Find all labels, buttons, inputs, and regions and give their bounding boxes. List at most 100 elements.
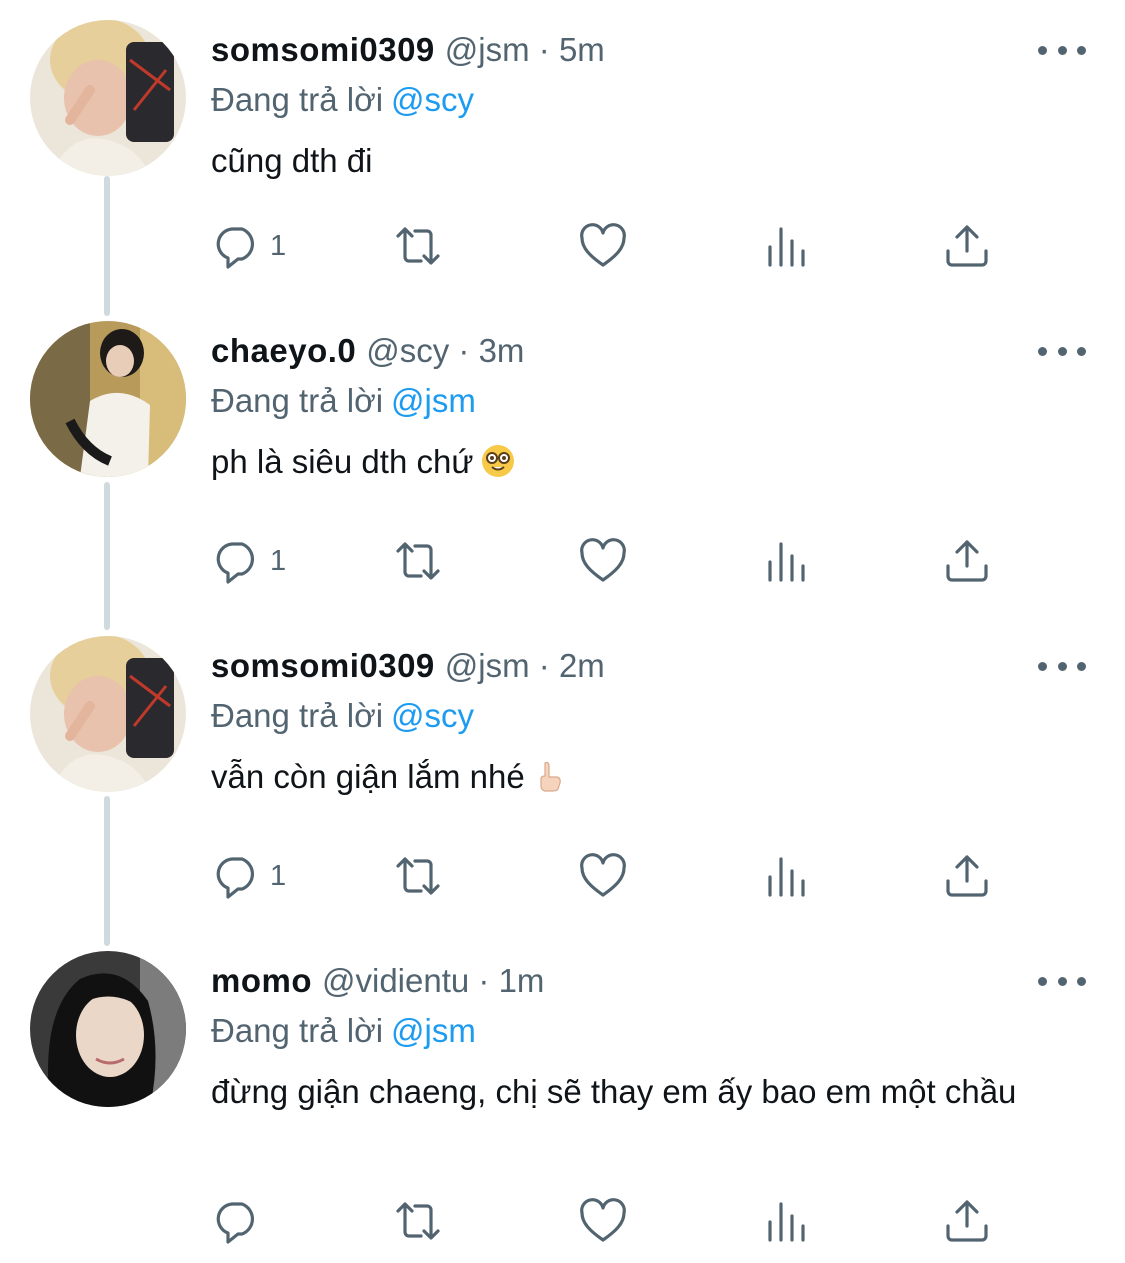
more-icon[interactable] (1038, 339, 1086, 363)
mention-link[interactable]: @scy (391, 697, 474, 734)
reply-icon (216, 227, 255, 269)
nerd-face-emoji (482, 445, 515, 477)
views-button[interactable] (762, 1193, 812, 1249)
user-handle[interactable]: @scy (366, 332, 449, 369)
reply-button[interactable]: 1 (212, 533, 286, 589)
views-icon (768, 1202, 805, 1242)
share-icon (946, 1200, 988, 1242)
action-bar: 1 (0, 848, 1125, 904)
tweet-text-content: đừng giận chaeng, chị sẽ thay em ấy bao … (211, 1073, 1017, 1110)
heart-icon (580, 1198, 626, 1242)
views-button[interactable] (762, 218, 812, 274)
tweet-text: vẫn còn giận lắm nhé (211, 754, 1091, 800)
tweet-header: somsomi0309 @jsm · 2m (211, 646, 605, 686)
avatar[interactable] (30, 20, 186, 176)
tweet[interactable]: somsomi0309 @jsm · 2m Đang trả lời @scy vẫ… (0, 636, 1125, 926)
timestamp[interactable]: · 2m (539, 647, 605, 684)
retweet-icon (396, 542, 440, 580)
avatar[interactable] (30, 321, 186, 477)
share-icon (946, 225, 988, 267)
like-button[interactable] (578, 1193, 628, 1249)
share-icon (946, 855, 988, 897)
replying-label: Đang trả lời (211, 697, 384, 734)
avatar[interactable] (30, 636, 186, 792)
mention-link[interactable]: @jsm (391, 382, 476, 419)
tweet-text: đừng giận chaeng, chị sẽ thay em ấy bao … (211, 1069, 1091, 1115)
heart-icon (580, 223, 626, 267)
views-icon (768, 857, 805, 897)
user-handle[interactable]: @jsm (445, 31, 530, 68)
retweet-button[interactable] (393, 848, 443, 904)
avatar-image (30, 636, 186, 792)
avatar-image (30, 321, 186, 477)
tweet-header: somsomi0309 @jsm · 5m (211, 30, 605, 70)
views-icon (768, 542, 805, 582)
share-button[interactable] (942, 848, 992, 904)
tweet-text-content: ph là siêu dth chứ (211, 443, 474, 480)
display-name[interactable]: momo (211, 962, 312, 999)
retweet-icon (396, 1202, 440, 1240)
reply-button[interactable] (212, 1193, 270, 1249)
display-name[interactable]: somsomi0309 (211, 31, 435, 68)
tweet[interactable]: somsomi0309 @jsm · 5m Đang trả lời @scy cũ… (0, 20, 1125, 300)
tweet-text: cũng dth đi (211, 138, 1091, 184)
pointing-up-hand-emoji (540, 761, 561, 792)
tweet[interactable]: momo @vidientu · 1m Đang trả lời @jsm đừng… (0, 951, 1125, 1251)
share-button[interactable] (942, 1193, 992, 1249)
reply-button[interactable]: 1 (212, 218, 286, 274)
avatar-image (30, 20, 186, 176)
tweet-header: chaeyo.0 @scy · 3m (211, 331, 524, 371)
replying-label: Đang trả lời (211, 382, 384, 419)
mention-link[interactable]: @scy (391, 81, 474, 118)
timestamp[interactable]: · 1m (478, 962, 544, 999)
tweet-header: momo @vidientu · 1m (211, 961, 544, 1001)
reply-count: 1 (270, 859, 287, 892)
reply-button[interactable]: 1 (212, 848, 286, 904)
action-bar (0, 1193, 1125, 1249)
tweet[interactable]: chaeyo.0 @scy · 3m Đang trả lời @jsm ph là… (0, 321, 1125, 611)
views-button[interactable] (762, 533, 812, 589)
reply-count: 1 (270, 544, 287, 577)
more-icon[interactable] (1038, 654, 1086, 678)
reply-icon (216, 857, 255, 899)
heart-icon (580, 853, 626, 897)
more-icon[interactable] (1038, 38, 1086, 62)
replying-to: Đang trả lời @jsm (211, 379, 476, 423)
more-icon[interactable] (1038, 969, 1086, 993)
replying-to: Đang trả lời @scy (211, 78, 474, 122)
user-handle[interactable]: @jsm (445, 647, 530, 684)
mention-link[interactable]: @jsm (391, 1012, 476, 1049)
reply-icon (216, 542, 255, 584)
tweet-text-content: cũng dth đi (211, 142, 373, 179)
action-bar: 1 (0, 218, 1125, 274)
views-button[interactable] (762, 848, 812, 904)
share-button[interactable] (942, 218, 992, 274)
views-icon (768, 227, 805, 267)
timestamp[interactable]: · 3m (458, 332, 524, 369)
like-button[interactable] (578, 218, 628, 274)
share-button[interactable] (942, 533, 992, 589)
reply-count: 1 (270, 229, 287, 262)
tweet-text: ph là siêu dth chứ (211, 439, 1091, 485)
tweet-text-content: vẫn còn giận lắm nhé (211, 758, 525, 795)
replying-to: Đang trả lời @jsm (211, 1009, 476, 1053)
retweet-icon (396, 227, 440, 265)
retweet-button[interactable] (393, 218, 443, 274)
replying-label: Đang trả lời (211, 1012, 384, 1049)
user-handle[interactable]: @vidientu (322, 962, 469, 999)
retweet-button[interactable] (393, 1193, 443, 1249)
retweet-button[interactable] (393, 533, 443, 589)
heart-icon (580, 538, 626, 582)
share-icon (946, 540, 988, 582)
reply-icon (216, 1202, 255, 1244)
like-button[interactable] (578, 533, 628, 589)
action-bar: 1 (0, 533, 1125, 589)
avatar[interactable] (30, 951, 186, 1107)
display-name[interactable]: somsomi0309 (211, 647, 435, 684)
timestamp[interactable]: · 5m (539, 31, 605, 68)
retweet-icon (396, 857, 440, 895)
avatar-image (30, 951, 186, 1107)
like-button[interactable] (578, 848, 628, 904)
replying-to: Đang trả lời @scy (211, 694, 474, 738)
display-name[interactable]: chaeyo.0 (211, 332, 356, 369)
